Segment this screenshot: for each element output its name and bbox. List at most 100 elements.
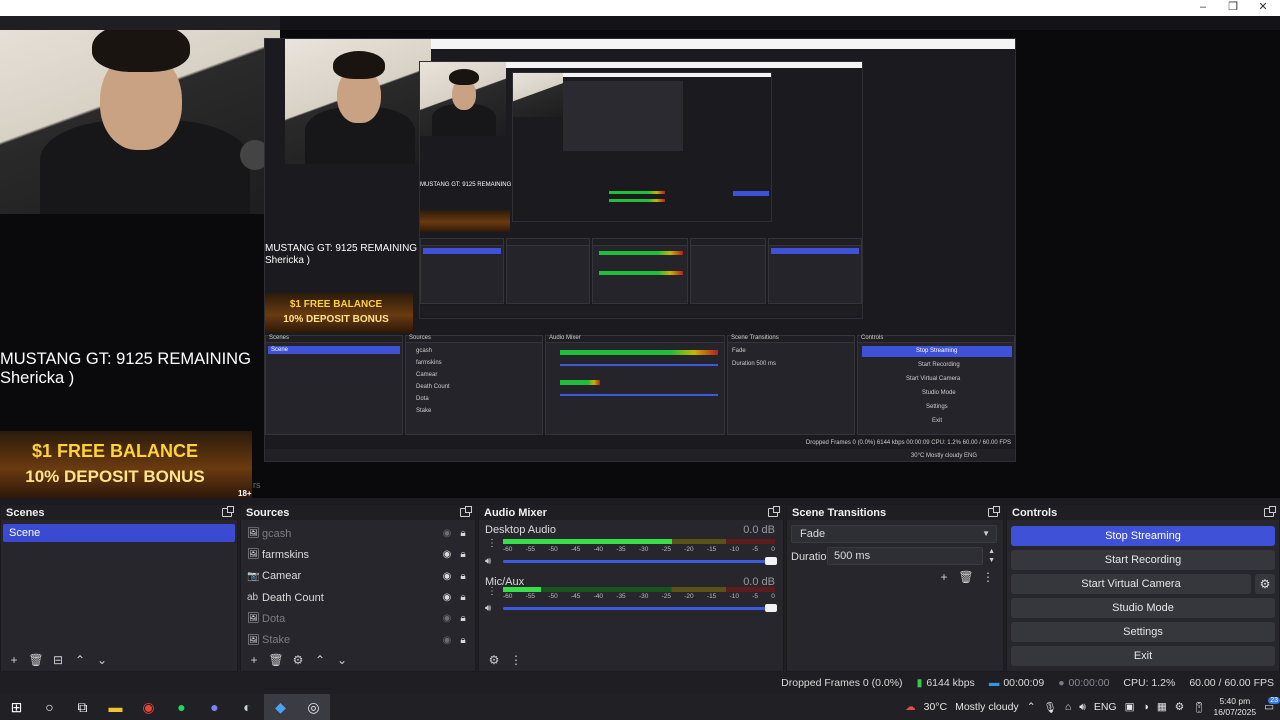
preview-canvas[interactable]: MUSTANG GT: 9125 REMAINING Shericka ) $1… xyxy=(0,30,1280,498)
add-scene-button[interactable]: + xyxy=(5,652,23,668)
minimize-button[interactable]: – xyxy=(1188,0,1218,16)
promo-line1: $1 FREE BALANCE xyxy=(31,441,199,461)
app-icon[interactable]: ◆ xyxy=(264,694,297,720)
undock-icon[interactable] xyxy=(222,506,234,517)
meter-tick-label: -30 xyxy=(638,593,649,600)
file-explorer-icon[interactable]: ▬ xyxy=(99,694,132,720)
visibility-hidden-icon[interactable]: ◉ xyxy=(439,613,455,624)
maximize-button[interactable]: ❐ xyxy=(1218,0,1248,16)
scene-filter-button[interactable]: ⊟ xyxy=(49,652,67,668)
visibility-eye-icon[interactable]: ◉ xyxy=(439,571,455,582)
undock-icon[interactable] xyxy=(460,506,472,517)
tray-icon[interactable]: 🔋︎ xyxy=(1192,701,1205,714)
scene-transitions-title: Scene Transitions xyxy=(792,506,887,519)
tray-icon[interactable]: ▦ xyxy=(1157,701,1167,713)
transition-selected: Fade xyxy=(800,528,826,540)
volume-slider[interactable] xyxy=(503,604,777,612)
exit-button[interactable]: Exit xyxy=(1011,646,1275,666)
add-source-button[interactable]: + xyxy=(245,652,263,668)
speaker-icon[interactable]: 🔊︎ xyxy=(485,556,491,567)
transition-select[interactable]: Fade ▼ xyxy=(791,525,997,543)
source-row[interactable]: 🖼 gcash ◉ 🔒︎ xyxy=(241,523,475,544)
lock-icon[interactable]: 🔒︎ xyxy=(455,635,471,646)
fps-value: 60.00 / 60.00 FPS xyxy=(1189,677,1274,689)
move-source-down-button[interactable]: ⌄ xyxy=(333,652,351,668)
chevron-up-icon[interactable]: ⌃ xyxy=(1027,701,1036,713)
undock-icon[interactable] xyxy=(988,506,1000,517)
visibility-eye-icon[interactable]: ◉ xyxy=(439,592,455,603)
language-indicator[interactable]: ENG xyxy=(1094,701,1117,713)
channel-menu-icon[interactable]: ⋮ xyxy=(487,586,497,597)
undock-icon[interactable] xyxy=(1264,506,1276,517)
move-source-up-button[interactable]: ⌃ xyxy=(311,652,329,668)
source-row[interactable]: 🖼 Dota ◉ 🔒︎ xyxy=(241,608,475,629)
visibility-hidden-icon[interactable]: ◉ xyxy=(439,528,455,539)
remove-source-button[interactable]: 🗑 xyxy=(267,652,285,668)
visibility-hidden-icon[interactable]: ◉ xyxy=(439,635,455,646)
nested-preview-1: MUSTANG GT: 9125 REMAINING Shericka ) $1… xyxy=(264,38,1016,462)
lock-icon[interactable]: 🔒︎ xyxy=(455,613,471,624)
add-transition-button[interactable]: + xyxy=(935,569,953,585)
move-scene-down-button[interactable]: ⌄ xyxy=(93,652,111,668)
windows-start-icon[interactable]: ⊞ xyxy=(0,694,33,720)
duration-input[interactable]: 500 ms xyxy=(827,547,983,565)
lock-icon[interactable]: 🔒︎ xyxy=(455,592,471,603)
remove-transition-button[interactable]: 🗑 xyxy=(957,569,975,585)
source-name: Stake xyxy=(262,634,291,647)
remove-scene-button[interactable]: 🗑 xyxy=(27,652,45,668)
slider-handle[interactable] xyxy=(765,604,777,612)
image-icon: 🖼 xyxy=(247,634,260,646)
lock-icon[interactable]: 🔒︎ xyxy=(455,549,471,560)
weather-temp[interactable]: 30°C xyxy=(924,701,947,713)
source-row[interactable]: 🖼 Stake ◉ 🔒︎ xyxy=(241,629,475,650)
mixer-menu-button[interactable]: ⋮ xyxy=(507,652,525,668)
meter-ticks: -60 -55 -50 -45 -40 -35 -30 -25 -20 -15 -10 -5 0 xyxy=(503,546,775,554)
volume-slider[interactable] xyxy=(503,557,777,565)
lock-icon[interactable]: 🔒︎ xyxy=(455,571,471,582)
duration-spinner[interactable]: ▲ ▼ xyxy=(988,547,995,565)
lock-icon[interactable]: 🔒︎ xyxy=(455,528,471,539)
channel-menu-icon[interactable]: ⋮ xyxy=(487,538,497,549)
notification-icon[interactable]: ▭ 23 xyxy=(1264,697,1280,713)
speaker-icon[interactable]: 🔊︎ xyxy=(485,603,491,614)
scene-item[interactable]: Scene xyxy=(3,524,235,542)
virtual-camera-settings-icon[interactable]: ⚙ xyxy=(1255,574,1275,594)
tray-icon[interactable]: ◑ xyxy=(1143,701,1149,713)
source-row[interactable]: 📷 Camear ◉ 🔒︎ xyxy=(241,566,475,587)
steam-icon[interactable]: ◐ xyxy=(231,694,264,720)
weather-text[interactable]: Mostly cloudy xyxy=(955,701,1019,713)
microphone-icon[interactable]: 🎙︎ xyxy=(1044,701,1057,714)
search-icon[interactable]: ○ xyxy=(33,694,66,720)
close-button[interactable]: ✕ xyxy=(1248,0,1278,16)
mixer-settings-button[interactable]: ⚙ xyxy=(485,652,503,668)
tray-icon[interactable]: ▣ xyxy=(1125,701,1135,713)
source-row[interactable]: ab Death Count ◉ 🔒︎ xyxy=(241,587,475,608)
meter-tick-label: -35 xyxy=(616,546,626,553)
obs-icon[interactable]: ◎ xyxy=(297,694,330,720)
settings-button[interactable]: Settings xyxy=(1011,622,1275,642)
volume-icon[interactable]: 🔊︎ xyxy=(1079,701,1086,714)
slider-handle[interactable] xyxy=(765,557,777,565)
tray-icon[interactable]: ⚙ xyxy=(1175,701,1184,713)
undock-icon[interactable] xyxy=(768,506,780,517)
start-recording-button[interactable]: Start Recording xyxy=(1011,550,1275,570)
visibility-eye-icon[interactable]: ◉ xyxy=(439,549,455,560)
discord-icon[interactable]: ● xyxy=(198,694,231,720)
move-scene-up-button[interactable]: ⌃ xyxy=(71,652,89,668)
stop-streaming-button[interactable]: Stop Streaming xyxy=(1011,526,1275,546)
source-properties-button[interactable]: ⚙ xyxy=(289,652,307,668)
spotify-icon[interactable]: ● xyxy=(165,694,198,720)
record-status: ● 00:00:00 xyxy=(1058,677,1109,689)
start-virtual-camera-button[interactable]: Start Virtual Camera xyxy=(1011,574,1251,594)
source-row[interactable]: 🖼 farmskins ◉ 🔒︎ xyxy=(241,544,475,565)
nested-scenes-dock: Scenes Scene xyxy=(265,335,403,435)
network-icon[interactable]: ⌂ xyxy=(1065,701,1071,713)
transition-menu-button[interactable]: ⋮ xyxy=(979,569,997,585)
studio-mode-button[interactable]: Studio Mode xyxy=(1011,598,1275,618)
image-icon: 🖼 xyxy=(247,549,260,561)
clock[interactable]: 5:40 pm 16/07/2025 xyxy=(1214,696,1257,718)
chrome-icon[interactable]: ◉ xyxy=(132,694,165,720)
task-view-icon[interactable]: ⧉ xyxy=(66,694,99,720)
meter-tick-label: -15 xyxy=(706,593,717,600)
meter-tick-label: -20 xyxy=(684,593,694,600)
